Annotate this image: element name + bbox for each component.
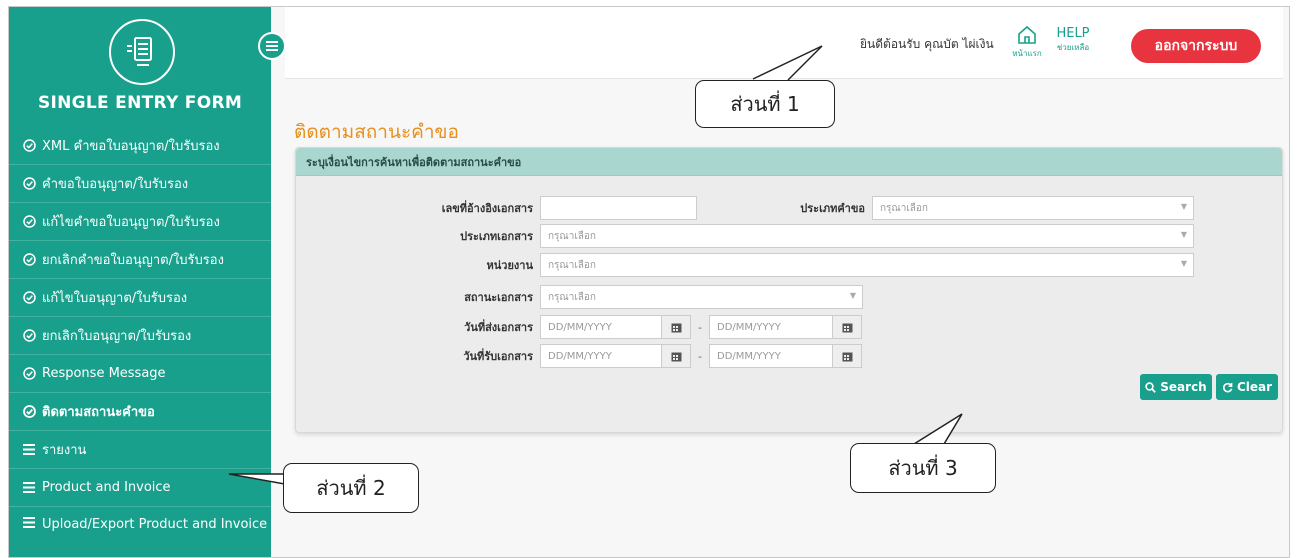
callout-part-2: ส่วนที่ 2 bbox=[283, 463, 419, 513]
menu-icon bbox=[21, 517, 37, 528]
logout-button[interactable]: ออกจากระบบ bbox=[1131, 29, 1261, 63]
home-label: หน้าแรก bbox=[1012, 49, 1042, 58]
app-window: SINGLE ENTRY FORM XML คำขอใบอนุญาต/ใบรับ… bbox=[8, 6, 1290, 558]
date-placeholder: DD/MM/YYYY bbox=[717, 350, 781, 362]
check-circle-icon bbox=[21, 215, 37, 228]
sidebar-item-label: Response Message bbox=[42, 366, 166, 381]
refresh-icon bbox=[1222, 382, 1233, 392]
doc-status-placeholder: กรุณาเลือก bbox=[548, 291, 596, 303]
sidebar-item-edit-request[interactable]: แก้ไขคำขอใบอนุญาต/ใบรับรอง bbox=[9, 203, 271, 241]
sidebar-item-label: ยกเลิกใบอนุญาต/ใบรับรอง bbox=[42, 329, 192, 344]
doc-type-label: ประเภทเอกสาร bbox=[460, 230, 533, 243]
date-placeholder: DD/MM/YYYY bbox=[548, 350, 612, 362]
check-circle-icon bbox=[21, 177, 37, 190]
menu-icon bbox=[21, 482, 37, 493]
clear-button[interactable]: Clear bbox=[1216, 374, 1278, 400]
date-separator: - bbox=[698, 349, 702, 363]
calendar-icon[interactable] bbox=[833, 315, 862, 339]
sidebar-item-cancel-request[interactable]: ยกเลิกคำขอใบอนุญาต/ใบรับรอง bbox=[9, 241, 271, 279]
sidebar-item-label: คำขอใบอนุญาต/ใบรับรอง bbox=[42, 177, 189, 192]
app-logo bbox=[109, 19, 175, 85]
date-separator: - bbox=[698, 320, 702, 334]
sidebar-item-label: แก้ไขคำขอใบอนุญาต/ใบรับรอง bbox=[42, 215, 220, 230]
agency-placeholder: กรุณาเลือก bbox=[548, 259, 596, 271]
sidebar-toggle-button[interactable] bbox=[258, 32, 286, 60]
welcome-text: ยินดีต้อนรับ คุณบัต ไผ่เงิน bbox=[860, 37, 994, 51]
calendar-icon[interactable] bbox=[833, 344, 862, 368]
search-panel: ระบุเงื่อนไขการค้นหาเพื่อติดตามสถานะคำขอ… bbox=[295, 147, 1283, 433]
check-circle-icon bbox=[21, 405, 37, 418]
document-list-icon bbox=[127, 37, 152, 66]
check-circle-icon bbox=[21, 253, 37, 266]
request-type-select[interactable]: กรุณาเลือก ▼ bbox=[872, 196, 1194, 220]
sent-date-to-input[interactable]: DD/MM/YYYY bbox=[709, 315, 833, 339]
sidebar-item-license-request[interactable]: คำขอใบอนุญาต/ใบรับรอง bbox=[9, 165, 271, 203]
check-circle-icon bbox=[21, 139, 37, 152]
sidebar-item-label: รายงาน bbox=[42, 443, 87, 458]
sidebar-item-xml-request[interactable]: XML คำขอใบอนุญาต/ใบรับรอง bbox=[9, 127, 271, 165]
sidebar-item-label: XML คำขอใบอนุญาต/ใบรับรอง bbox=[42, 139, 220, 154]
help-text: HELP bbox=[1056, 26, 1090, 41]
sidebar-item-edit-license[interactable]: แก้ไขใบอนุญาต/ใบรับรอง bbox=[9, 279, 271, 317]
doc-status-label: สถานะเอกสาร bbox=[464, 291, 533, 304]
search-icon bbox=[1145, 381, 1157, 393]
received-date-to-input[interactable]: DD/MM/YYYY bbox=[709, 344, 833, 368]
help-link[interactable]: HELP ช่วยเหลือ bbox=[1051, 27, 1095, 54]
doc-type-placeholder: กรุณาเลือก bbox=[548, 230, 596, 242]
sent-date-label: วันที่ส่งเอกสาร bbox=[464, 321, 533, 334]
sidebar-item-label: ติดตามสถานะคำขอ bbox=[42, 405, 155, 420]
check-circle-icon bbox=[21, 291, 37, 304]
sidebar-item-label: ยกเลิกคำขอใบอนุญาต/ใบรับรอง bbox=[42, 253, 224, 268]
calendar-icon[interactable] bbox=[662, 315, 691, 339]
date-placeholder: DD/MM/YYYY bbox=[717, 321, 781, 333]
chevron-down-icon: ▼ bbox=[849, 291, 856, 300]
chevron-down-icon: ▼ bbox=[1180, 202, 1187, 211]
sidebar-item-cancel-license[interactable]: ยกเลิกใบอนุญาต/ใบรับรอง bbox=[9, 317, 271, 355]
calendar-icon[interactable] bbox=[662, 344, 691, 368]
callout-part-3: ส่วนที่ 3 bbox=[850, 443, 996, 493]
search-button-label: Search bbox=[1160, 380, 1207, 394]
top-header: ยินดีต้อนรับ คุณบัต ไผ่เงิน หน้าแรก HELP… bbox=[285, 7, 1283, 79]
received-date-label: วันที่รับเอกสาร bbox=[463, 350, 533, 363]
request-type-placeholder: กรุณาเลือก bbox=[880, 202, 928, 214]
help-label: ช่วยเหลือ bbox=[1056, 43, 1090, 52]
sidebar-item-label: Product and Invoice bbox=[42, 480, 171, 495]
home-link[interactable]: หน้าแรก bbox=[1008, 25, 1046, 60]
doc-ref-input[interactable] bbox=[540, 196, 697, 220]
date-placeholder: DD/MM/YYYY bbox=[548, 321, 612, 333]
panel-title: ระบุเงื่อนไขการค้นหาเพื่อติดตามสถานะคำขอ bbox=[296, 148, 1282, 176]
sidebar-item-upload-export[interactable]: Upload/Export Product and Invoice bbox=[9, 507, 271, 557]
hamburger-icon bbox=[266, 41, 278, 51]
agency-label: หน่วยงาน bbox=[486, 259, 533, 272]
app-title: SINGLE ENTRY FORM bbox=[37, 93, 243, 113]
sidebar-menu: XML คำขอใบอนุญาต/ใบรับรอง คำขอใบอนุญาต/ใ… bbox=[9, 127, 271, 557]
callout-part-1: ส่วนที่ 1 bbox=[695, 80, 835, 128]
doc-ref-label: เลขที่อ้างอิงเอกสาร bbox=[441, 202, 533, 215]
sidebar-item-report[interactable]: รายงาน bbox=[9, 431, 271, 469]
page-title: ติดตามสถานะคำขอ bbox=[294, 121, 459, 143]
agency-select[interactable]: กรุณาเลือก ▼ bbox=[540, 253, 1194, 277]
sidebar-item-track-status[interactable]: ติดตามสถานะคำขอ bbox=[9, 393, 271, 431]
sidebar-item-label: แก้ไขใบอนุญาต/ใบรับรอง bbox=[42, 291, 188, 306]
doc-status-select[interactable]: กรุณาเลือก ▼ bbox=[540, 285, 863, 309]
home-icon bbox=[1018, 25, 1036, 44]
received-date-from-input[interactable]: DD/MM/YYYY bbox=[540, 344, 662, 368]
check-circle-icon bbox=[21, 329, 37, 342]
chevron-down-icon: ▼ bbox=[1180, 230, 1187, 239]
sent-date-from-input[interactable]: DD/MM/YYYY bbox=[540, 315, 662, 339]
sidebar-item-product-invoice[interactable]: Product and Invoice bbox=[9, 469, 271, 507]
sidebar-item-label: Upload/Export Product and Invoice bbox=[42, 517, 268, 532]
clear-button-label: Clear bbox=[1236, 380, 1273, 394]
doc-type-select[interactable]: กรุณาเลือก ▼ bbox=[540, 224, 1194, 248]
check-circle-icon bbox=[21, 367, 37, 380]
sidebar-item-response-message[interactable]: Response Message bbox=[9, 355, 271, 393]
search-button[interactable]: Search bbox=[1140, 374, 1212, 400]
menu-icon bbox=[21, 444, 37, 455]
sidebar: SINGLE ENTRY FORM XML คำขอใบอนุญาต/ใบรับ… bbox=[9, 7, 271, 557]
chevron-down-icon: ▼ bbox=[1180, 259, 1187, 268]
request-type-label: ประเภทคำขอ bbox=[800, 202, 865, 215]
